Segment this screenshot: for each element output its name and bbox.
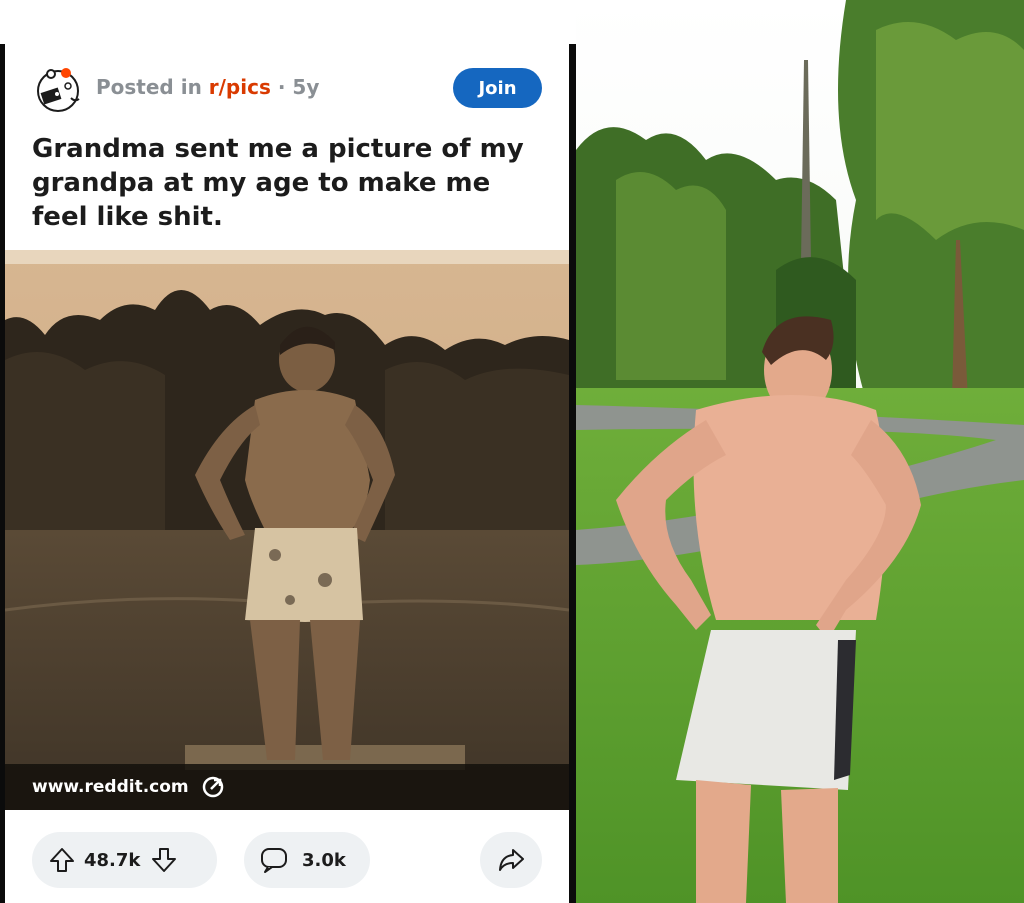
panel-divider: [569, 44, 576, 903]
subreddit-link[interactable]: r/pics: [209, 75, 271, 99]
share-arrow-icon[interactable]: [495, 844, 527, 876]
comparison-photo: [576, 0, 1024, 903]
meta-separator: ·: [270, 75, 293, 99]
comment-bubble-icon[interactable]: [258, 844, 290, 876]
post-meta: Posted in r/pics · 5y: [96, 75, 319, 99]
post-title[interactable]: Grandma sent me a picture of my grandpa …: [32, 132, 552, 234]
reddit-post-card: Posted in r/pics · 5y Join Grandma sent …: [5, 44, 569, 903]
comment-pill[interactable]: 3.0k: [244, 832, 370, 888]
upvote-arrow-icon[interactable]: [46, 844, 78, 876]
screenshot-canvas: Posted in r/pics · 5y Join Grandma sent …: [0, 0, 1024, 903]
post-age: 5y: [292, 75, 320, 99]
posted-in-prefix: Posted in: [96, 75, 209, 99]
post-image[interactable]: [5, 250, 569, 810]
action-bar: 48.7k 3.0k: [5, 832, 569, 890]
link-domain[interactable]: www.reddit.com: [32, 777, 189, 797]
snoo-avatar-icon[interactable]: [33, 64, 83, 114]
upvote-count: 48.7k: [84, 849, 141, 871]
share-pill[interactable]: [480, 832, 542, 888]
external-link-icon[interactable]: [201, 775, 225, 799]
post-header: Posted in r/pics · 5y Join: [5, 44, 569, 134]
join-button[interactable]: Join: [453, 68, 542, 108]
link-bar[interactable]: www.reddit.com: [5, 764, 569, 810]
comment-count: 3.0k: [302, 849, 346, 871]
downvote-arrow-icon[interactable]: [148, 844, 180, 876]
vote-pill: 48.7k: [32, 832, 217, 888]
